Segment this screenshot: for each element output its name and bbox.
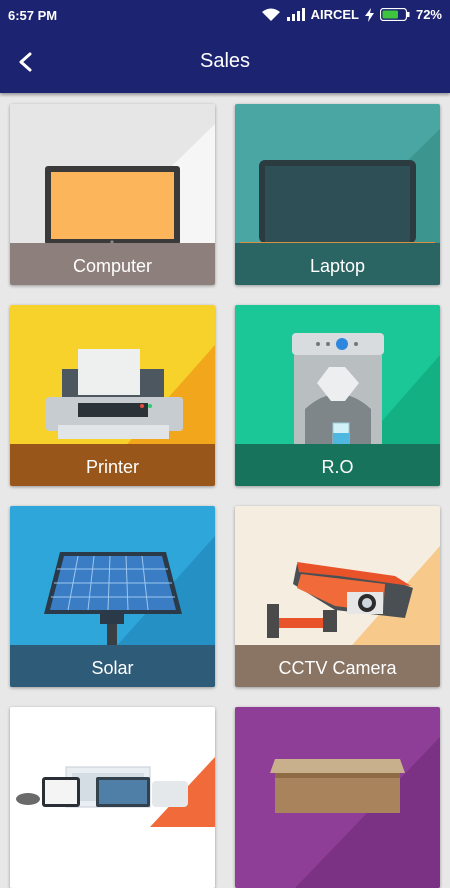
laptop-icon	[240, 160, 435, 249]
tile-solar[interactable]: Solar	[10, 506, 215, 687]
tile-label: Computer	[72, 256, 153, 276]
status-time: 6:57 PM	[8, 8, 58, 23]
tile-label	[10, 846, 215, 888]
status-bar: 6:57 PM AIRCEL 72%	[0, 0, 450, 31]
computer-icon	[45, 166, 180, 254]
tile-printer[interactable]: Printer	[10, 305, 215, 486]
charging-icon	[364, 7, 374, 22]
battery-icon	[379, 8, 410, 21]
tile-label: CCTV Camera	[278, 658, 397, 678]
tile-label: Solar	[91, 658, 134, 678]
wifi-icon	[261, 8, 280, 21]
tile-ro[interactable]: R.O	[235, 305, 440, 486]
water-purifier-icon	[292, 333, 384, 451]
tile-label: Laptop	[309, 256, 366, 276]
tile-box[interactable]	[235, 707, 440, 888]
tile-devices[interactable]	[10, 707, 215, 888]
tile-computer[interactable]: Computer	[10, 104, 215, 285]
battery-percent: 72%	[415, 7, 442, 22]
tile-laptop[interactable]: Laptop	[235, 104, 440, 285]
signal-icon	[286, 8, 305, 21]
tile-cctv-camera[interactable]: CCTV Camera	[235, 506, 440, 687]
page-title: Sales	[199, 50, 251, 72]
app-bar: Sales	[0, 31, 450, 93]
tile-label: Printer	[85, 457, 139, 477]
tile-label: R.O	[321, 457, 354, 477]
tile-label	[235, 846, 440, 888]
box-icon	[270, 759, 405, 813]
carrier-name: AIRCEL	[310, 7, 359, 22]
